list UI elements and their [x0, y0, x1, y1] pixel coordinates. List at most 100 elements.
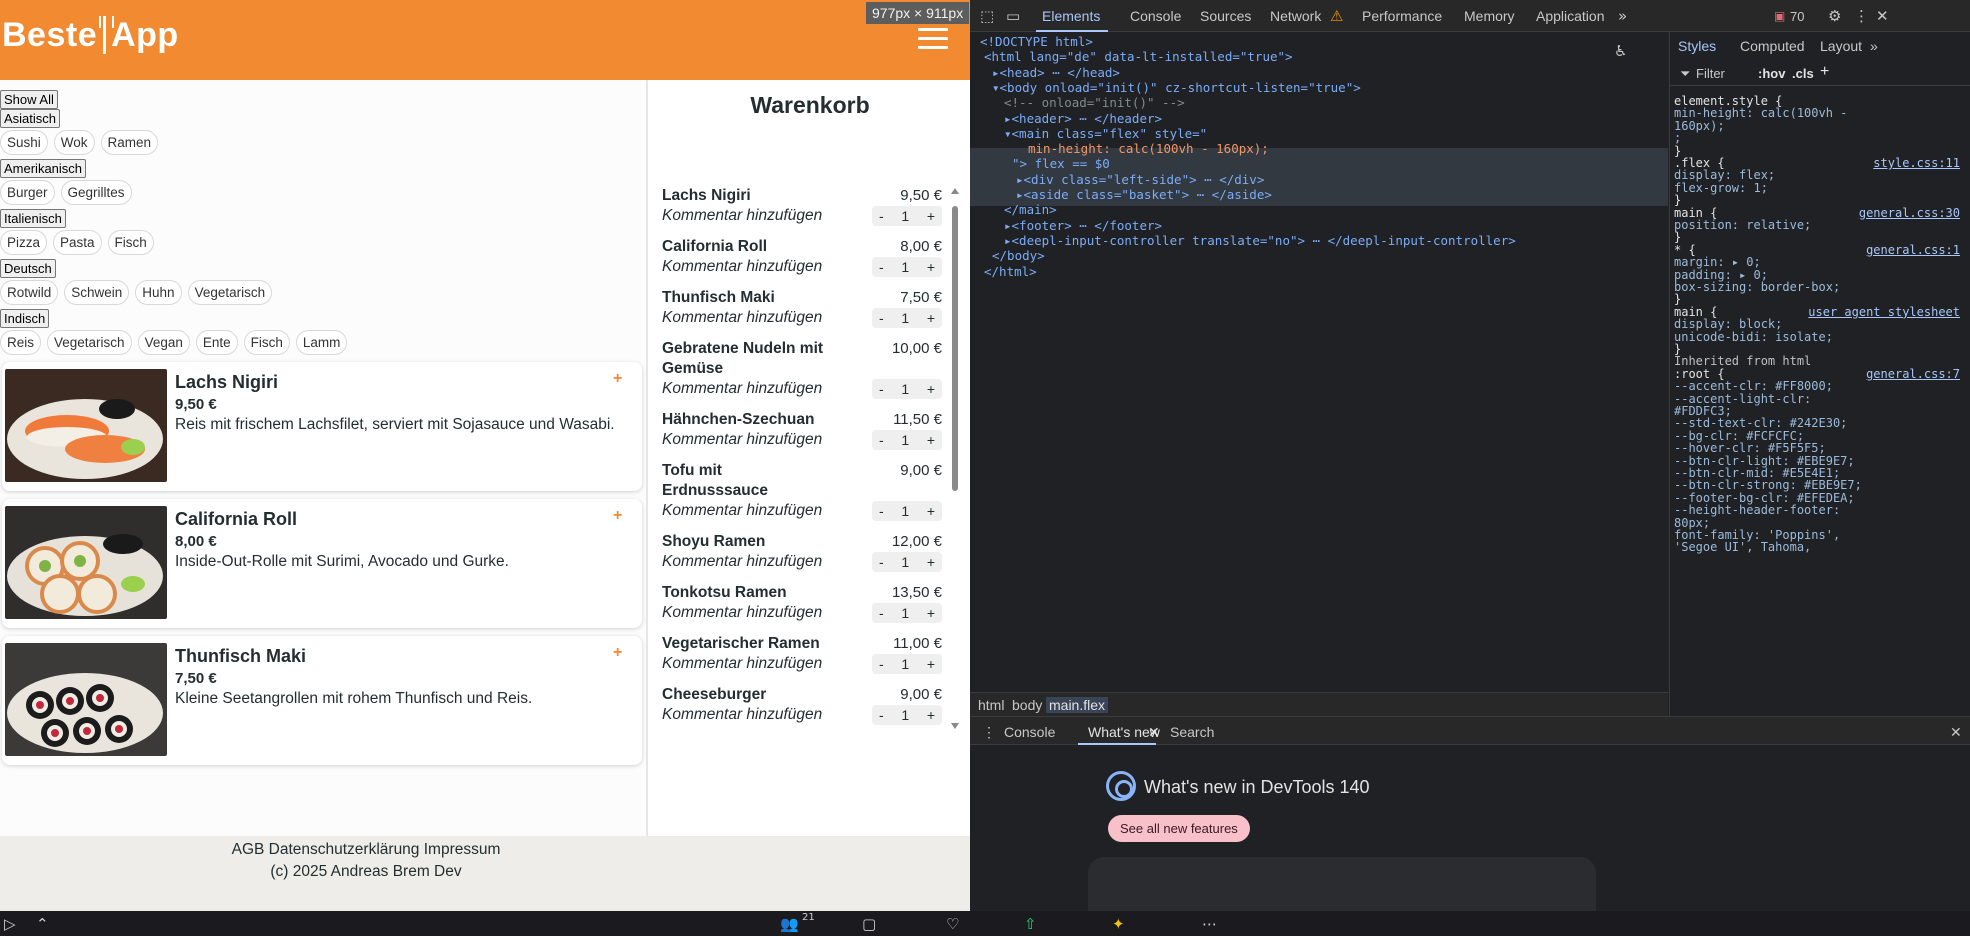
decrease-button[interactable]: -: [879, 310, 884, 326]
increase-button[interactable]: +: [927, 656, 935, 672]
dom-node-line[interactable]: </body>: [992, 248, 1045, 263]
dom-node-line[interactable]: ▾<body onload="init()" cz-shortcut-liste…: [992, 80, 1361, 95]
see-all-features-button[interactable]: See all new features: [1108, 815, 1250, 842]
decrease-button[interactable]: -: [879, 208, 884, 224]
dom-node-line[interactable]: <html lang="de" data-lt-installed="true"…: [984, 49, 1293, 64]
css-rule-line[interactable]: unicode-bidi: isolate;: [1674, 330, 1833, 344]
increase-button[interactable]: +: [927, 554, 935, 570]
tab-memory[interactable]: Memory: [1464, 8, 1515, 24]
breadcrumb-main-flex[interactable]: main.flex: [1046, 697, 1109, 713]
filter-tag[interactable]: Pizza: [0, 230, 48, 255]
accessibility-icon[interactable]: ♿: [1614, 42, 1627, 60]
filter-tag[interactable]: Fisch: [243, 330, 290, 355]
sparkle-icon[interactable]: ✦: [1112, 915, 1125, 933]
scroll-up-arrow-icon[interactable]: [951, 188, 959, 194]
filter-tag[interactable]: Reis: [0, 330, 42, 355]
styles-filter-input[interactable]: Filter: [1696, 66, 1725, 81]
decrease-button[interactable]: -: [879, 381, 884, 397]
dom-node-line[interactable]: <!DOCTYPE html>: [980, 34, 1093, 49]
dom-node-line[interactable]: ▸<footer> ⋯ </footer>: [1004, 218, 1162, 233]
dom-node-line[interactable]: </main>: [1004, 202, 1057, 217]
css-rule-line[interactable]: box-sizing: border-box;: [1674, 280, 1840, 294]
tab-application[interactable]: Application: [1536, 8, 1605, 24]
device-toggle-icon[interactable]: ▭: [1006, 7, 1020, 25]
filter-tag[interactable]: Huhn: [135, 280, 182, 305]
more-options-icon[interactable]: ⋯: [1202, 915, 1217, 933]
dom-node-line[interactable]: ▸<deepl-input-controller translate="no">…: [1004, 233, 1516, 248]
css-source-link[interactable]: style.css:11: [1873, 156, 1960, 170]
chat-icon[interactable]: ▢: [862, 915, 876, 933]
filter-tag[interactable]: Fisch: [107, 230, 154, 255]
close-devtools-icon[interactable]: ✕: [1876, 7, 1889, 25]
tab-console[interactable]: Console: [1130, 8, 1181, 24]
category-button[interactable]: Show All: [0, 90, 58, 109]
drawer-tab-console[interactable]: Console: [1004, 724, 1055, 740]
footer-links[interactable]: AGB Datenschutzerklärung Impressum: [0, 839, 970, 861]
breadcrumb-body[interactable]: body: [1012, 697, 1042, 713]
css-source-link[interactable]: general.css:30: [1859, 206, 1960, 220]
add-to-basket-button[interactable]: +: [613, 507, 622, 525]
decrease-button[interactable]: -: [879, 656, 884, 672]
increase-button[interactable]: +: [927, 310, 935, 326]
increase-button[interactable]: +: [927, 208, 935, 224]
hov-toggle[interactable]: :hov: [1758, 66, 1785, 81]
decrease-button[interactable]: -: [879, 432, 884, 448]
increase-button[interactable]: +: [927, 605, 935, 621]
increase-button[interactable]: +: [927, 707, 935, 723]
cls-toggle[interactable]: .cls: [1792, 66, 1814, 81]
dom-node-line[interactable]: ▸<head> ⋯ </head>: [992, 65, 1120, 80]
camera-icon[interactable]: ▷: [4, 915, 16, 933]
tab-computed[interactable]: Computed: [1740, 38, 1805, 54]
filter-tag[interactable]: Wok: [53, 130, 95, 155]
quantity-stepper[interactable]: - 1 +: [872, 603, 942, 623]
css-rule-line[interactable]: flex-grow: 1;: [1674, 181, 1768, 195]
heart-icon[interactable]: ♡: [946, 915, 959, 933]
more-style-tabs-icon[interactable]: »: [1870, 38, 1878, 54]
close-tab-icon[interactable]: ✕: [1148, 724, 1160, 741]
filter-tag[interactable]: Schwein: [64, 280, 130, 305]
quantity-stepper[interactable]: - 1 +: [872, 501, 942, 521]
css-source-link[interactable]: general.css:7: [1866, 367, 1960, 381]
drawer-menu-icon[interactable]: ⋮: [982, 724, 996, 741]
decrease-button[interactable]: -: [879, 605, 884, 621]
filter-tag[interactable]: Burger: [0, 180, 55, 205]
quantity-stepper[interactable]: - 1 +: [872, 654, 942, 674]
dom-node-line[interactable]: ▸<aside class="basket"> ⋯ </aside>: [1016, 187, 1272, 202]
people-icon[interactable]: 👥: [780, 915, 799, 933]
category-button[interactable]: Indisch: [0, 309, 50, 328]
filter-tag[interactable]: Pasta: [53, 230, 102, 255]
tab-styles[interactable]: Styles: [1678, 38, 1716, 54]
new-style-rule-icon[interactable]: +: [1820, 63, 1829, 81]
increase-button[interactable]: +: [927, 259, 935, 275]
increase-button[interactable]: +: [927, 432, 935, 448]
quantity-stepper[interactable]: - 1 +: [872, 206, 942, 226]
quantity-stepper[interactable]: - 1 +: [872, 552, 942, 572]
filter-tag[interactable]: Vegan: [137, 330, 190, 355]
scroll-down-arrow-icon[interactable]: [951, 723, 959, 729]
increase-button[interactable]: +: [927, 381, 935, 397]
quantity-stepper[interactable]: - 1 +: [872, 379, 942, 399]
quantity-stepper[interactable]: - 1 +: [872, 430, 942, 450]
dom-node-line[interactable]: </html>: [984, 264, 1037, 279]
increase-button[interactable]: +: [927, 503, 935, 519]
category-button[interactable]: Amerikanisch: [0, 159, 87, 178]
tab-layout[interactable]: Layout: [1820, 38, 1862, 54]
dom-node-line[interactable]: <!-- onload="init()" -->: [1004, 95, 1185, 110]
more-tabs-icon[interactable]: »: [1618, 7, 1627, 25]
hamburger-menu-icon[interactable]: [918, 28, 948, 50]
filter-tag[interactable]: Vegetarisch: [187, 280, 273, 305]
filter-tag[interactable]: Lamm: [295, 330, 348, 355]
filter-tag[interactable]: Rotwild: [0, 280, 59, 305]
settings-gear-icon[interactable]: ⚙: [1828, 7, 1841, 25]
chevron-up-icon[interactable]: ⌃: [36, 915, 49, 933]
filter-tag[interactable]: Sushi: [0, 130, 48, 155]
app-logo[interactable]: Beste App: [2, 16, 179, 55]
quantity-stepper[interactable]: - 1 +: [872, 257, 942, 277]
filter-tag[interactable]: Vegetarisch: [47, 330, 132, 355]
decrease-button[interactable]: -: [879, 554, 884, 570]
inspect-element-icon[interactable]: ⬚: [980, 7, 994, 25]
close-drawer-icon[interactable]: ✕: [1950, 724, 1962, 741]
scrollbar-thumb[interactable]: [952, 206, 958, 491]
decrease-button[interactable]: -: [879, 707, 884, 723]
decrease-button[interactable]: -: [879, 259, 884, 275]
